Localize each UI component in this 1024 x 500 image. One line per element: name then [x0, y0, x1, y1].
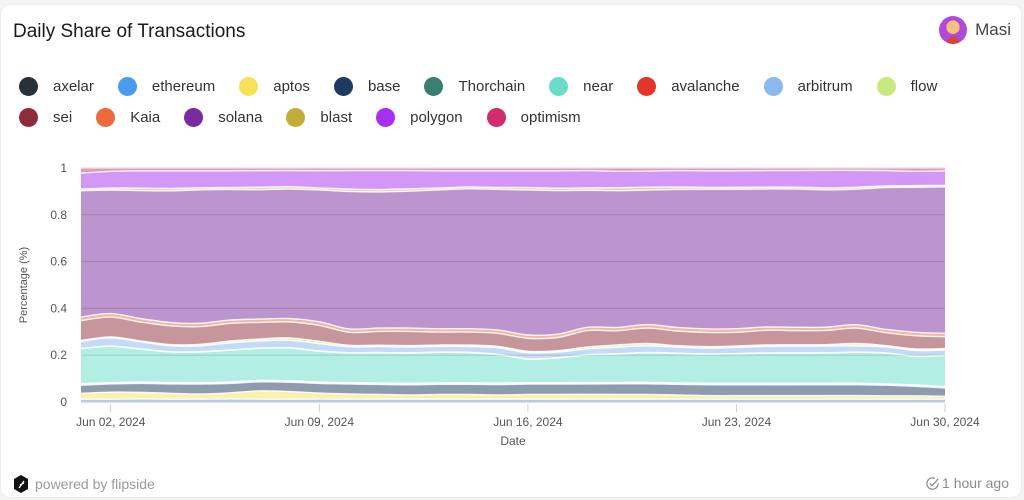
legend-item-flow[interactable]: flow	[876, 77, 938, 96]
legend-row-2: sei Kaia solana blast polygon optimism	[19, 102, 1019, 133]
legend-label: optimism	[520, 109, 581, 126]
last-updated: 1 hour ago	[925, 475, 1009, 491]
legend-item-ethereum[interactable]: ethereum	[117, 77, 216, 96]
legend-dot-icon	[286, 108, 306, 127]
legend-label: arbitrum	[797, 78, 853, 95]
legend-label: sei	[53, 109, 73, 126]
legend-item-optimism[interactable]: optimism	[486, 108, 581, 127]
y-tick-label: 0	[60, 395, 67, 409]
x-tick-label: Jun 02, 2024	[76, 415, 146, 429]
legend-item-aptos[interactable]: aptos	[239, 77, 310, 96]
x-axis-label: Date	[500, 434, 526, 448]
y-tick-label: 0.6	[50, 255, 67, 269]
legend-item-polygon[interactable]: polygon	[376, 108, 463, 127]
x-tick-label: Jun 30, 2024	[910, 415, 980, 429]
legend-item-axelar[interactable]: axelar	[19, 77, 94, 96]
stacked-area-chart: 0 0.2 0.4 0.6 0.8 1 Jun 02, 2024 Jun 09, 2024 Ju…	[18, 161, 980, 448]
chart-area: 0 0.2 0.4 0.6 0.8 1 Jun 02, 2024 Jun 09, 2024 Ju…	[1, 145, 1024, 455]
legend-label: Kaia	[130, 109, 161, 126]
legend-item-thorchain[interactable]: Thorchain	[424, 77, 525, 96]
user-name[interactable]: Masi	[975, 20, 1011, 40]
legend-item-solana[interactable]: solana	[184, 108, 262, 127]
legend-dot-icon	[549, 77, 569, 96]
legend-label: solana	[218, 109, 263, 126]
legend-label: avalanche	[671, 78, 740, 95]
x-tick-label: Jun 16, 2024	[493, 415, 563, 429]
legend-item-base[interactable]: base	[333, 77, 401, 96]
user-profile[interactable]: Masi	[939, 16, 1011, 44]
legend-item-avalanche[interactable]: avalanche	[637, 77, 740, 96]
chart-legend: axelar ethereum aptos base Thorchain near aval…	[19, 71, 1019, 133]
flipside-logo-icon	[14, 475, 28, 493]
legend-dot-icon	[184, 108, 204, 127]
legend-label: Thorchain	[458, 78, 526, 95]
y-tick-label: 1	[60, 161, 67, 175]
legend-dot-icon	[117, 77, 137, 96]
legend-item-kaia[interactable]: Kaia	[96, 108, 160, 127]
legend-item-sei[interactable]: sei	[19, 108, 72, 127]
legend-dot-icon	[763, 77, 783, 96]
legend-label: axelar	[53, 78, 94, 95]
legend-dot-icon	[486, 108, 506, 127]
legend-row-1: axelar ethereum aptos base Thorchain near aval…	[19, 71, 1019, 102]
legend-label: blast	[320, 109, 353, 126]
legend-dot-icon	[376, 108, 396, 127]
x-tick-label: Jun 09, 2024	[285, 415, 355, 429]
x-tick-label: Jun 23, 2024	[702, 415, 772, 429]
legend-label: base	[367, 78, 401, 95]
legend-dot-icon	[239, 77, 259, 96]
chart-title: Daily Share of Transactions	[13, 21, 246, 42]
powered-by[interactable]: powered by flipside	[13, 475, 155, 493]
legend-label: near	[583, 78, 614, 95]
area-polygon[interactable]	[81, 170, 945, 190]
legend-dot-icon	[19, 77, 38, 96]
legend-item-arbitrum[interactable]: arbitrum	[763, 77, 853, 96]
check-circle-icon	[926, 476, 939, 490]
y-tick-label: 0.4	[50, 301, 67, 315]
legend-dot-icon	[19, 108, 38, 127]
legend-label: polygon	[410, 109, 463, 126]
legend-dot-icon	[876, 77, 896, 96]
y-tick-label: 0.8	[50, 208, 67, 222]
chart-card: Daily Share of Transactions Masi axelar e…	[0, 4, 1022, 498]
user-avatar-icon[interactable]	[939, 16, 968, 44]
y-tick-label: 0.2	[50, 348, 67, 362]
legend-dot-icon	[333, 77, 353, 96]
y-axis-label: Percentage (%)	[18, 247, 30, 323]
legend-dot-icon	[96, 108, 116, 127]
legend-label: aptos	[273, 78, 310, 95]
legend-dot-icon	[424, 77, 444, 96]
legend-item-blast[interactable]: blast	[286, 108, 352, 127]
legend-dot-icon	[637, 77, 657, 96]
legend-label: ethereum	[151, 78, 216, 95]
legend-label: flow	[910, 78, 938, 95]
updated-text: 1 hour ago	[942, 475, 1009, 491]
powered-by-text[interactable]: powered by flipside	[35, 476, 155, 492]
legend-item-near[interactable]: near	[549, 77, 613, 96]
